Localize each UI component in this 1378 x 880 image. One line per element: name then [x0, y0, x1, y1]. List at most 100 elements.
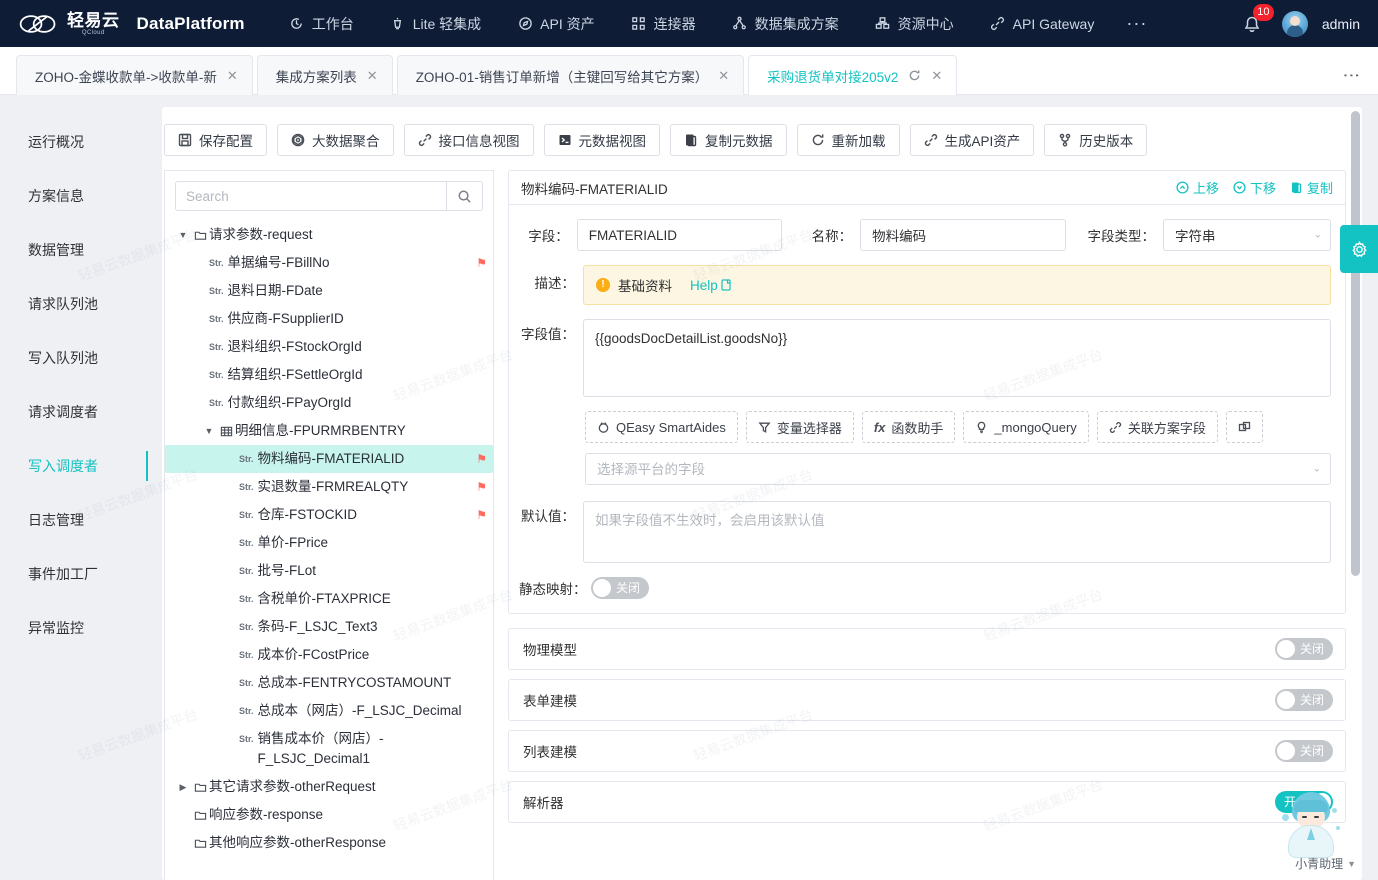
tab-purchase-return-205v2[interactable]: 采购退货单对接205v2 ✕ [748, 55, 958, 95]
metadata-view-button[interactable]: 元数据视图 [543, 124, 660, 156]
sidebar-item-event-factory[interactable]: 事件加工厂 [0, 547, 148, 601]
settings-panel-toggle[interactable] [1340, 225, 1378, 273]
generate-api-asset-button[interactable]: 生成API资产 [909, 124, 1035, 156]
field-code-input[interactable] [576, 219, 783, 251]
nav-item-api-assets[interactable]: API 资产 [499, 0, 612, 47]
close-icon[interactable]: ✕ [931, 69, 942, 82]
mongo-query-chip[interactable]: _mongoQuery [963, 411, 1089, 443]
tab-zoho-sales-order[interactable]: ZOHO-01-销售订单新增（主键回写给其它方案） ✕ [396, 55, 745, 95]
tree-node-fsettleorgid[interactable]: Str. 结算组织-FSettleOrgId [165, 361, 493, 389]
tree-node-fcostprice[interactable]: Str. 成本价-FCostPrice [165, 641, 493, 669]
tab-zoho-receipt[interactable]: ZOHO-金蝶收款单->收款单-新 ✕ [16, 55, 253, 95]
nav-more-button[interactable]: ··· [1112, 13, 1161, 34]
link-icon [924, 133, 937, 147]
str-type-icon: Str. [239, 594, 254, 604]
field-type-select[interactable] [1163, 219, 1331, 251]
nav-item-api-gateway[interactable]: API Gateway [972, 0, 1113, 47]
nav-item-workbench[interactable]: 工作台 [271, 0, 372, 47]
tab-bar-more-button[interactable]: ⋮ [1342, 67, 1378, 94]
panel-form-modeling[interactable]: 表单建模 关闭 [508, 679, 1346, 721]
chevron-down-icon[interactable]: ▼ [1347, 859, 1356, 869]
username-label[interactable]: admin [1322, 16, 1360, 32]
move-down-button[interactable]: 下移 [1233, 178, 1276, 197]
panel-physical-model[interactable]: 物理模型 关闭 [508, 628, 1346, 670]
brand-logo[interactable]: 轻易云 QCloud DataPlatform [18, 9, 245, 39]
physical-model-toggle[interactable]: 关闭 [1274, 638, 1333, 660]
close-icon[interactable]: ✕ [718, 69, 729, 82]
panel-list-modeling[interactable]: 列表建模 关闭 [508, 730, 1346, 772]
variable-selector-chip[interactable]: 变量选择器 [745, 411, 854, 443]
tree-node-otherresponse[interactable]: 其他响应参数-otherResponse [165, 829, 493, 857]
sidebar-item-write-scheduler[interactable]: 写入调度者 [0, 439, 148, 493]
grid-mapping-chip[interactable] [1225, 411, 1263, 443]
field-name-input[interactable] [860, 219, 1066, 251]
tree-node-frmrealqty[interactable]: Str. 实退数量-FRMREALQTY ⚑ [165, 473, 493, 501]
sidebar-item-exception-monitor[interactable]: 异常监控 [0, 601, 148, 655]
assistant-label-row[interactable]: 小青助理 ▼ [1295, 855, 1356, 872]
nav-item-resource-center[interactable]: 资源中心 [857, 0, 972, 47]
tree-node-request[interactable]: ▼ 请求参数-request [165, 221, 493, 249]
tree-node-lsjc-text3[interactable]: Str. 条码-F_LSJC_Text3 [165, 613, 493, 641]
move-up-button[interactable]: 上移 [1176, 178, 1219, 197]
detail-scrollbar-track[interactable] [1351, 107, 1360, 880]
tree-node-flot[interactable]: Str. 批号-FLot [165, 557, 493, 585]
nav-item-lite-integration[interactable]: Lite 轻集成 [372, 0, 499, 47]
search-input[interactable] [176, 182, 446, 210]
avatar[interactable] [1281, 10, 1308, 37]
sidebar-item-data-management[interactable]: 数据管理 [0, 223, 148, 277]
tree-node-fpurmrbentry[interactable]: ▼ 明细信息-FPURMRBENTRY [165, 417, 493, 445]
related-plan-field-chip[interactable]: 关联方案字段 [1096, 411, 1218, 443]
tree-node-fprice[interactable]: Str. 单价-FPrice [165, 529, 493, 557]
close-icon[interactable]: ✕ [367, 69, 378, 82]
field-value-textarea[interactable] [583, 319, 1331, 397]
sidebar-item-write-queue[interactable]: 写入队列池 [0, 331, 148, 385]
tree-node-fentrycostamount[interactable]: Str. 总成本-FENTRYCOSTAMOUNT [165, 669, 493, 697]
nav-item-data-integration-plan[interactable]: 数据集成方案 [714, 0, 857, 47]
tree-node-otherrequest[interactable]: ▶ 其它请求参数-otherRequest [165, 773, 493, 801]
detail-scrollbar-thumb[interactable] [1351, 111, 1360, 576]
tree-node-fstockorgid[interactable]: Str. 退料组织-FStockOrgId [165, 333, 493, 361]
tree-node-fpayorgid[interactable]: Str. 付款组织-FPayOrgId [165, 389, 493, 417]
search-button[interactable] [446, 182, 482, 210]
static-mapping-toggle[interactable]: 关闭 [591, 577, 650, 599]
sidebar-item-request-queue[interactable]: 请求队列池 [0, 277, 148, 331]
form-modeling-toggle[interactable]: 关闭 [1274, 689, 1333, 711]
save-config-button[interactable]: 保存配置 [164, 124, 267, 156]
tree-node-fdate[interactable]: Str. 退料日期-FDate [165, 277, 493, 305]
default-value-textarea[interactable] [583, 501, 1331, 563]
history-version-button[interactable]: 历史版本 [1044, 124, 1148, 156]
tree-node-fmaterialid[interactable]: Str. 物料编码-FMATERIALID ⚑ [165, 445, 493, 473]
reload-icon[interactable] [908, 69, 921, 82]
tree-node-fbillno[interactable]: Str. 单据编号-FBillNo ⚑ [165, 249, 493, 277]
function-helper-chip[interactable]: fx 函数助手 [861, 411, 956, 443]
tree-node-fsupplierid[interactable]: Str. 供应商-FSupplierID [165, 305, 493, 333]
sidebar-item-plan-info[interactable]: 方案信息 [0, 169, 148, 223]
tree-node-lsjc-decimal1[interactable]: Str. 销售成本价（网店）-F_LSJC_Decimal1 [165, 725, 493, 773]
sidebar-item-overview[interactable]: 运行概况 [0, 115, 148, 169]
chevron-down-icon[interactable]: ▼ [201, 421, 217, 441]
tree-node-ftaxprice[interactable]: Str. 含税单价-FTAXPRICE [165, 585, 493, 613]
interface-info-view-button[interactable]: 接口信息视图 [403, 124, 534, 156]
assistant-widget[interactable]: 小青助理 ▼ [1264, 792, 1356, 872]
sidebar-item-log-management[interactable]: 日志管理 [0, 493, 148, 547]
tree-node-fstockid[interactable]: Str. 仓库-FSTOCKID ⚑ [165, 501, 493, 529]
close-icon[interactable]: ✕ [227, 69, 238, 82]
copy-metadata-button[interactable]: 复制元数据 [670, 124, 787, 156]
tree-node-response[interactable]: 响应参数-response [165, 801, 493, 829]
chevron-down-icon[interactable]: ▼ [175, 225, 191, 245]
panel-label: 物理模型 [523, 643, 577, 658]
bigdata-aggregate-button[interactable]: 大数据聚合 [277, 124, 394, 156]
list-modeling-toggle[interactable]: 关闭 [1274, 740, 1333, 762]
reload-button[interactable]: 重新加载 [796, 124, 900, 156]
panel-parser[interactable]: 解析器 开启 [508, 781, 1346, 823]
tree-node-lsjc-decimal[interactable]: Str. 总成本（网店）-F_LSJC_Decimal [165, 697, 493, 725]
source-field-select[interactable] [585, 453, 1331, 485]
qeasy-smartaides-chip[interactable]: QEasy SmartAides [585, 411, 738, 443]
notifications-button[interactable]: 10 [1242, 3, 1274, 37]
chevron-right-icon[interactable]: ▶ [175, 777, 191, 797]
help-link[interactable]: Help [690, 278, 732, 293]
sidebar-item-request-scheduler[interactable]: 请求调度者 [0, 385, 148, 439]
nav-item-connector[interactable]: 连接器 [613, 0, 714, 47]
copy-field-button[interactable]: 复制 [1290, 178, 1333, 197]
tab-plan-list[interactable]: 集成方案列表 ✕ [256, 55, 393, 95]
